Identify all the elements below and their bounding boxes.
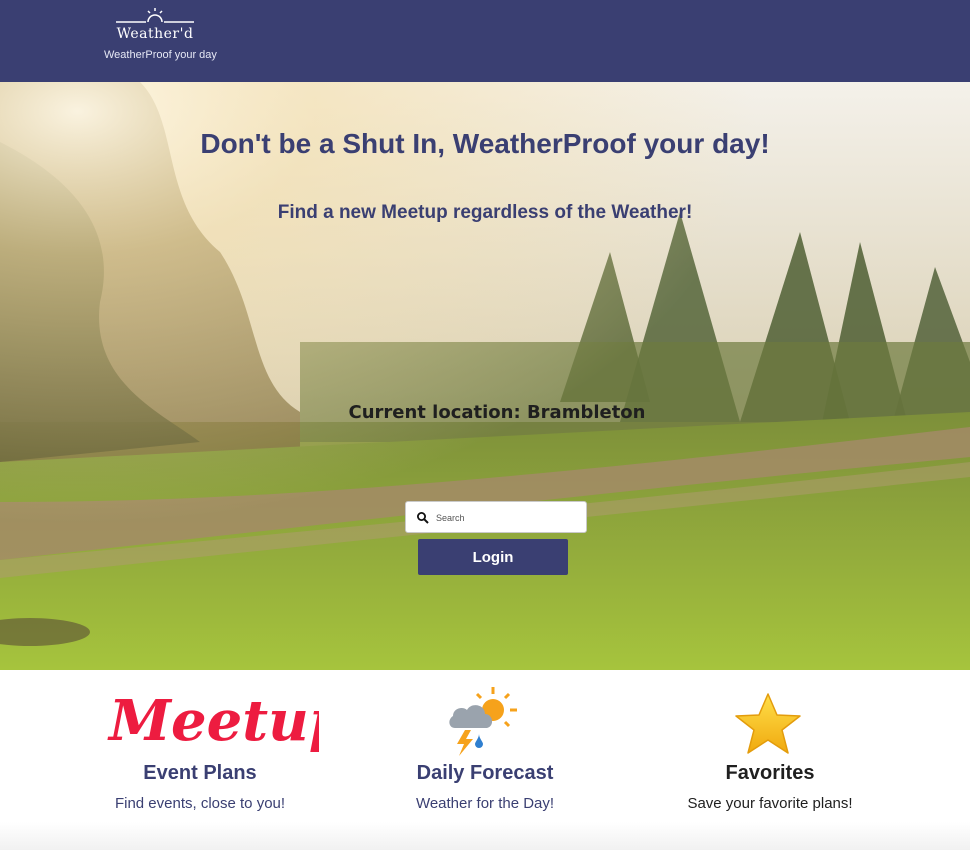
hero-section: Don't be a Shut In, WeatherProof your da… xyxy=(0,82,970,670)
logo-name: Weather'd xyxy=(116,26,194,42)
footer-strip xyxy=(0,822,970,850)
feature-description: Weather for the Day! xyxy=(415,795,555,812)
feature-description: Save your favorite plans! xyxy=(687,795,853,812)
park-background-image xyxy=(0,82,970,670)
meetup-logo-text: Meetup xyxy=(107,688,319,754)
feature-title: Daily Forecast xyxy=(416,762,554,784)
feature-event-plans[interactable]: Meetup Event Plans Find events, close to… xyxy=(75,672,325,822)
feature-favorites[interactable]: Favorites Save your favorite plans! xyxy=(645,672,895,822)
feature-title: Favorites xyxy=(725,762,815,784)
feature-daily-forecast[interactable]: Daily Forecast Weather for the Day! xyxy=(360,672,610,822)
current-location: Current location: Brambleton xyxy=(348,402,646,423)
feature-title: Event Plans xyxy=(143,762,257,784)
star-icon xyxy=(735,693,801,754)
search-box[interactable] xyxy=(405,501,587,533)
sun-logo-icon xyxy=(116,8,194,23)
meetup-logo: Meetup xyxy=(107,688,319,754)
hero-title: Don't be a Shut In, WeatherProof your da… xyxy=(200,128,770,159)
login-button[interactable]: Login xyxy=(418,539,568,575)
search-icon xyxy=(417,512,429,524)
feature-description: Find events, close to you! xyxy=(114,795,286,812)
search-input[interactable] xyxy=(436,509,581,527)
logo[interactable]: Weather'd WeatherProof your day xyxy=(104,6,217,66)
logo-tagline: WeatherProof your day xyxy=(104,49,217,61)
header: Weather'd WeatherProof your day xyxy=(0,0,970,82)
weather-icon xyxy=(449,687,517,756)
hero-subtitle: Find a new Meetup regardless of the Weat… xyxy=(277,202,693,223)
